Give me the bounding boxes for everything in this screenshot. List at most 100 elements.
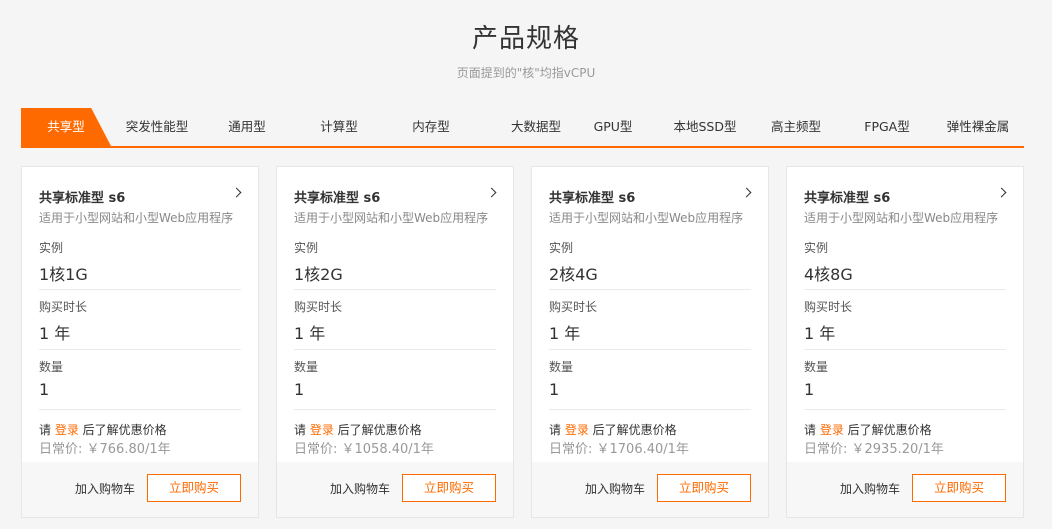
login-suffix: 后了解优惠价格 xyxy=(78,423,167,437)
duration-value[interactable]: 1 年 xyxy=(39,320,70,344)
login-prompt: 请 登录 后了解优惠价格 xyxy=(39,421,167,438)
card-name: 共享标准型 s6 xyxy=(39,191,126,206)
product-card: 共享标准型 s6 适用于小型网站和小型Web应用程序 实例 1核2G 购买时长 … xyxy=(276,166,514,518)
tab-bare-metal[interactable]: 弹性裸金属 xyxy=(938,108,1018,146)
page-title: 产品规格 xyxy=(471,24,580,54)
login-prefix: 请 xyxy=(294,423,310,437)
duration-label: 购买时长 xyxy=(549,300,598,314)
chevron-right-icon[interactable] xyxy=(231,187,242,198)
quantity-value[interactable]: 1 xyxy=(549,380,559,399)
spec-tabs: 共享型 突发性能型 通用型 计算型 内存型 大数据型 GPU型 本地SSD型 高… xyxy=(21,108,1024,148)
add-to-cart-button[interactable]: 加入购物车 xyxy=(585,480,645,497)
regular-price: 日常价: ￥766.80/1年 xyxy=(39,442,171,457)
card-header[interactable]: 共享标准型 s6 xyxy=(549,187,752,206)
login-link[interactable]: 登录 xyxy=(310,423,334,437)
instance-label: 实例 xyxy=(39,241,64,255)
card-header[interactable]: 共享标准型 s6 xyxy=(804,187,1007,206)
instance-value[interactable]: 1核2G xyxy=(294,261,343,285)
login-prefix: 请 xyxy=(549,423,565,437)
tab-local-ssd[interactable]: 本地SSD型 xyxy=(660,108,750,146)
card-description: 适用于小型网站和小型Web应用程序 xyxy=(294,211,489,225)
buy-now-button[interactable]: 立即购买 xyxy=(912,474,1006,502)
divider xyxy=(804,409,1006,410)
login-link[interactable]: 登录 xyxy=(820,423,844,437)
tab-fpga[interactable]: FPGA型 xyxy=(847,108,927,146)
divider xyxy=(549,289,751,290)
buy-now-button[interactable]: 立即购买 xyxy=(147,474,241,502)
chevron-right-icon[interactable] xyxy=(996,187,1007,198)
tab-compute[interactable]: 计算型 xyxy=(299,108,379,146)
divider xyxy=(804,289,1006,290)
login-suffix: 后了解优惠价格 xyxy=(588,423,677,437)
duration-value[interactable]: 1 年 xyxy=(294,320,325,344)
login-link[interactable]: 登录 xyxy=(565,423,589,437)
quantity-value[interactable]: 1 xyxy=(39,380,49,399)
divider xyxy=(294,289,496,290)
instance-value[interactable]: 1核1G xyxy=(39,261,88,285)
product-card: 共享标准型 s6 适用于小型网站和小型Web应用程序 实例 4核8G 购买时长 … xyxy=(786,166,1024,518)
quantity-value[interactable]: 1 xyxy=(294,380,304,399)
divider xyxy=(39,409,241,410)
chevron-right-icon[interactable] xyxy=(486,187,497,198)
login-prompt: 请 登录 后了解优惠价格 xyxy=(294,421,422,438)
quantity-label: 数量 xyxy=(804,360,829,374)
tab-high-frequency[interactable]: 高主频型 xyxy=(756,108,836,146)
duration-label: 购买时长 xyxy=(294,300,343,314)
duration-value[interactable]: 1 年 xyxy=(549,320,580,344)
quantity-label: 数量 xyxy=(549,360,574,374)
divider xyxy=(549,409,751,410)
instance-label: 实例 xyxy=(804,241,829,255)
card-name: 共享标准型 s6 xyxy=(294,191,381,206)
divider xyxy=(39,289,241,290)
card-name: 共享标准型 s6 xyxy=(804,191,891,206)
login-prefix: 请 xyxy=(804,423,820,437)
card-footer: 加入购物车 立即购买 xyxy=(277,462,513,517)
login-prefix: 请 xyxy=(39,423,55,437)
login-suffix: 后了解优惠价格 xyxy=(843,423,932,437)
divider xyxy=(804,349,1006,350)
tab-shared[interactable]: 共享型 xyxy=(21,108,111,146)
card-header[interactable]: 共享标准型 s6 xyxy=(39,187,242,206)
regular-price: 日常价: ￥1706.40/1年 xyxy=(549,442,689,457)
divider xyxy=(549,349,751,350)
instance-value[interactable]: 4核8G xyxy=(804,261,853,285)
tab-label: 共享型 xyxy=(47,119,85,134)
card-description: 适用于小型网站和小型Web应用程序 xyxy=(39,211,234,225)
chevron-right-icon[interactable] xyxy=(741,187,752,198)
duration-value[interactable]: 1 年 xyxy=(804,320,835,344)
card-description: 适用于小型网站和小型Web应用程序 xyxy=(549,211,744,225)
divider xyxy=(294,349,496,350)
quantity-label: 数量 xyxy=(294,360,319,374)
duration-label: 购买时长 xyxy=(39,300,88,314)
tab-burstable[interactable]: 突发性能型 xyxy=(117,108,197,146)
buy-now-button[interactable]: 立即购买 xyxy=(402,474,496,502)
card-footer: 加入购物车 立即购买 xyxy=(532,462,768,517)
login-link[interactable]: 登录 xyxy=(55,423,79,437)
page-subtitle: 页面提到的"核"均指vCPU xyxy=(456,66,596,80)
quantity-value[interactable]: 1 xyxy=(804,380,814,399)
buy-now-button[interactable]: 立即购买 xyxy=(657,474,751,502)
add-to-cart-button[interactable]: 加入购物车 xyxy=(330,480,390,497)
add-to-cart-button[interactable]: 加入购物车 xyxy=(840,480,900,497)
card-header[interactable]: 共享标准型 s6 xyxy=(294,187,497,206)
login-prompt: 请 登录 后了解优惠价格 xyxy=(549,421,677,438)
divider xyxy=(39,349,241,350)
card-name: 共享标准型 s6 xyxy=(549,191,636,206)
tab-big-data[interactable]: 大数据型 xyxy=(491,108,581,146)
quantity-label: 数量 xyxy=(39,360,64,374)
regular-price: 日常价: ￥1058.40/1年 xyxy=(294,442,434,457)
tab-general[interactable]: 通用型 xyxy=(207,108,287,146)
tab-gpu[interactable]: GPU型 xyxy=(573,108,653,146)
product-card: 共享标准型 s6 适用于小型网站和小型Web应用程序 实例 2核4G 购买时长 … xyxy=(531,166,769,518)
tab-memory[interactable]: 内存型 xyxy=(391,108,471,146)
card-description: 适用于小型网站和小型Web应用程序 xyxy=(804,211,999,225)
login-suffix: 后了解优惠价格 xyxy=(333,423,422,437)
duration-label: 购买时长 xyxy=(804,300,853,314)
product-card: 共享标准型 s6 适用于小型网站和小型Web应用程序 实例 1核1G 购买时长 … xyxy=(21,166,259,518)
divider xyxy=(294,409,496,410)
card-footer: 加入购物车 立即购买 xyxy=(22,462,258,517)
add-to-cart-button[interactable]: 加入购物车 xyxy=(75,480,135,497)
instance-value[interactable]: 2核4G xyxy=(549,261,598,285)
card-footer: 加入购物车 立即购买 xyxy=(787,462,1023,517)
instance-label: 实例 xyxy=(549,241,574,255)
